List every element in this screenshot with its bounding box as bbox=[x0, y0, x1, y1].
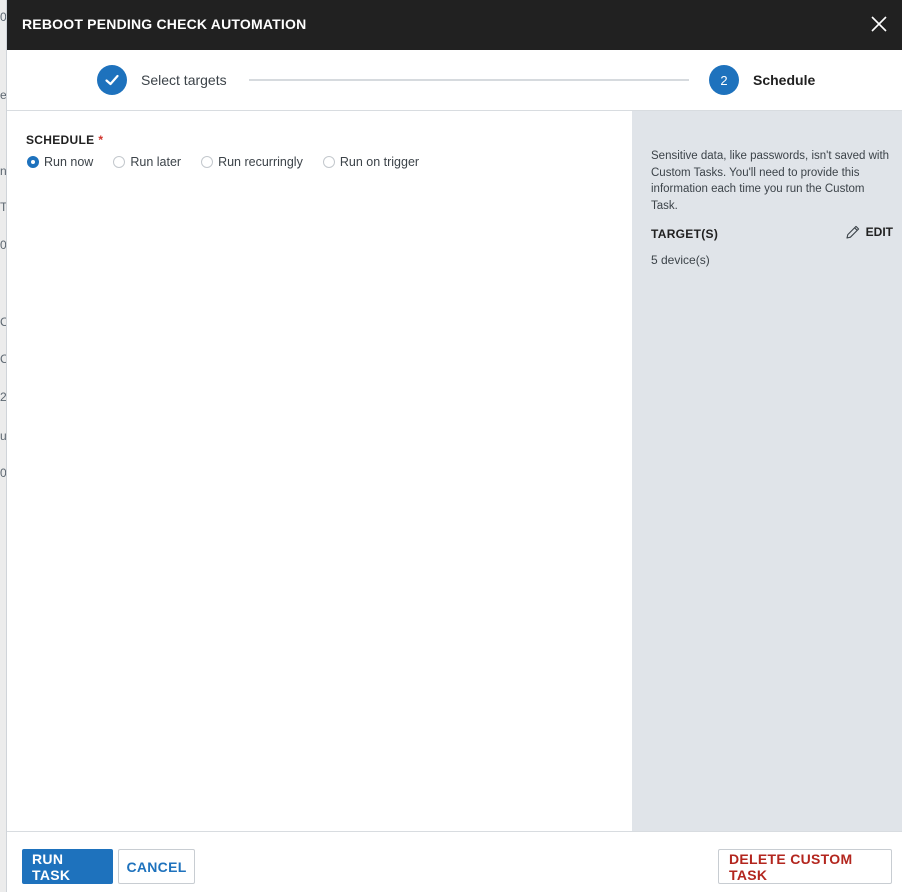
step-select-targets[interactable]: Select targets bbox=[141, 72, 227, 88]
step-connector bbox=[249, 79, 689, 81]
schedule-label: SCHEDULE * bbox=[26, 133, 103, 147]
close-icon bbox=[871, 16, 887, 32]
radio-label: Run now bbox=[44, 155, 94, 169]
delete-custom-task-button[interactable]: DELETE CUSTOM TASK bbox=[718, 849, 892, 884]
step-2-number: 2 bbox=[709, 65, 739, 95]
radio-button[interactable] bbox=[201, 156, 214, 168]
step-schedule: Schedule bbox=[753, 72, 816, 88]
schedule-panel: SCHEDULE * Run now Run later Run recurrin… bbox=[7, 111, 632, 831]
summary-sidebar: Sensitive data, like passwords, isn't sa… bbox=[632, 111, 902, 831]
run-task-button[interactable]: RUN TASK bbox=[22, 849, 113, 884]
wizard-stepper: Select targets 2 Schedule bbox=[7, 50, 902, 111]
radio-run-now[interactable]: Run now bbox=[27, 155, 93, 169]
dialog-footer: RUN TASK CANCEL DELETE CUSTOM TASK bbox=[7, 831, 902, 892]
edit-targets-button[interactable]: EDIT bbox=[845, 224, 893, 240]
radio-run-recurringly[interactable]: Run recurringly bbox=[201, 155, 303, 169]
radio-label: Run on trigger bbox=[339, 155, 420, 169]
radio-run-on-trigger[interactable]: Run on trigger bbox=[322, 155, 420, 169]
radio-button[interactable] bbox=[113, 156, 126, 168]
dialog-title: REBOOT PENDING CHECK AUTOMATION bbox=[22, 16, 307, 32]
edit-label: EDIT bbox=[865, 225, 893, 239]
checkmark-icon bbox=[105, 74, 119, 86]
sensitive-data-notice: Sensitive data, like passwords, isn't sa… bbox=[651, 150, 890, 212]
step-1-complete-indicator[interactable] bbox=[97, 65, 127, 95]
radio-label: Run recurringly bbox=[218, 155, 303, 169]
custom-task-dialog: REBOOT PENDING CHECK AUTOMATION Select t… bbox=[6, 0, 902, 892]
required-marker: * bbox=[98, 133, 104, 147]
radio-run-later[interactable]: Run later bbox=[113, 155, 181, 169]
radio-button-checked[interactable] bbox=[27, 156, 39, 168]
targets-heading: TARGET(S) bbox=[651, 227, 719, 241]
radio-button[interactable] bbox=[322, 156, 335, 168]
targets-count: 5 device(s) bbox=[651, 253, 710, 267]
cancel-button[interactable]: CANCEL bbox=[118, 849, 195, 884]
radio-label: Run later bbox=[130, 155, 182, 169]
schedule-label-text: SCHEDULE bbox=[26, 133, 95, 147]
schedule-options: Run now Run later Run recurringly Run on… bbox=[27, 155, 439, 169]
dialog-header: REBOOT PENDING CHECK AUTOMATION bbox=[7, 0, 902, 50]
pencil-icon bbox=[846, 225, 859, 239]
close-button[interactable] bbox=[867, 12, 891, 36]
